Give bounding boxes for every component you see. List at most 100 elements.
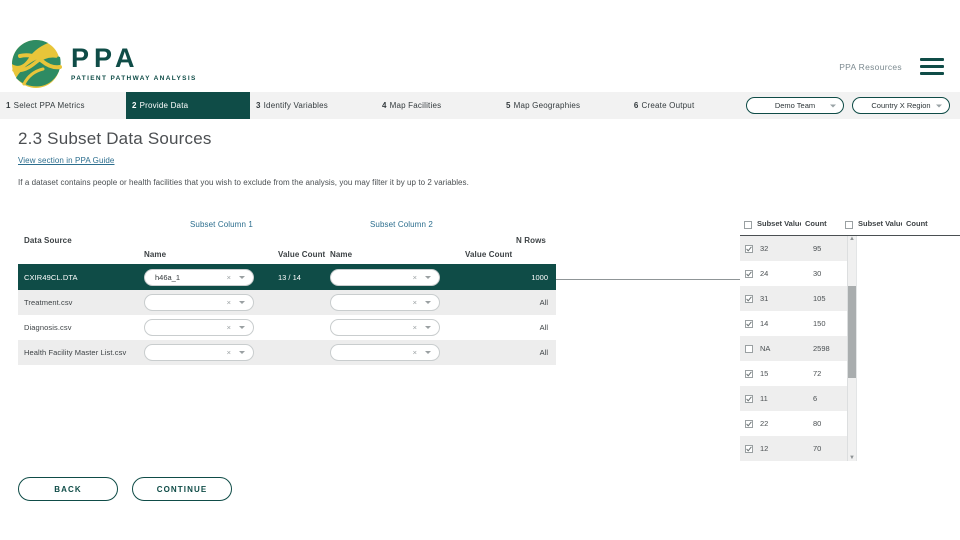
scroll-down-icon[interactable]: ▼ <box>849 455 855 461</box>
chevron-down-icon <box>425 276 431 279</box>
column-header-name-2: Name <box>330 250 353 259</box>
list-item[interactable]: 12 70 <box>740 436 847 461</box>
list-item[interactable]: NA 2598 <box>740 336 847 361</box>
subset-column-2-select[interactable]: × <box>330 319 440 336</box>
table-row[interactable]: Treatment.csv × × All <box>18 290 556 315</box>
option-value: 11 <box>760 394 768 403</box>
subset-column-1-select[interactable]: h46a_1 × <box>144 269 254 286</box>
chevron-down-icon <box>239 301 245 304</box>
subset-value-popup: Subset Value Count Subset Value Count 32… <box>740 218 960 461</box>
clear-icon[interactable]: × <box>227 348 231 357</box>
step-label: Identify Variables <box>263 101 328 110</box>
app-header: PPA PATIENT PATHWAY ANALYSIS PPA Resourc… <box>0 0 960 92</box>
step-number: 6 <box>633 101 639 110</box>
app-logo[interactable]: PPA PATIENT PATHWAY ANALYSIS <box>10 38 197 90</box>
scrollbar-thumb[interactable] <box>848 286 856 378</box>
clear-icon[interactable]: × <box>413 323 417 332</box>
checkbox-checked-icon[interactable] <box>745 369 753 378</box>
chevron-down-icon <box>936 104 942 107</box>
option-value: 14 <box>760 319 769 328</box>
select-all-checkbox-2[interactable] <box>845 221 853 229</box>
clear-icon[interactable]: × <box>413 273 417 282</box>
list-item[interactable]: 22 80 <box>740 411 847 436</box>
chevron-down-icon <box>239 276 245 279</box>
step-tab-4[interactable]: 4 Map Facilities <box>376 92 500 119</box>
table-row[interactable]: Health Facility Master List.csv × × All <box>18 340 556 365</box>
app-page: PPA PATIENT PATHWAY ANALYSIS PPA Resourc… <box>0 0 960 540</box>
step-label: Select PPA Metrics <box>13 101 85 110</box>
option-value: 15 <box>760 369 769 378</box>
chevron-down-icon <box>425 351 431 354</box>
subset-column-1-select[interactable]: × <box>144 344 254 361</box>
checkbox-checked-icon[interactable] <box>745 319 753 328</box>
option-value: 12 <box>760 444 769 453</box>
hamburger-menu-icon[interactable] <box>920 58 944 75</box>
step-tab-3[interactable]: 3 Identify Variables <box>250 92 376 119</box>
column-header-data-source: Data Source <box>24 236 72 245</box>
column-header-n-rows: N Rows <box>516 236 546 245</box>
scroll-up-icon[interactable]: ▲ <box>849 236 855 242</box>
subset-column-1-select[interactable]: × <box>144 319 254 336</box>
checkbox-checked-icon[interactable] <box>745 444 753 453</box>
popup-header-subset-value-1: Subset Value <box>757 219 801 228</box>
step-number: 4 <box>381 101 387 110</box>
step-tab-5[interactable]: 5 Map Geographies <box>500 92 628 119</box>
list-item[interactable]: 15 72 <box>740 361 847 386</box>
clear-icon[interactable]: × <box>227 323 231 332</box>
table-row[interactable]: Diagnosis.csv × × All <box>18 315 556 340</box>
popup-header-count-2: Count <box>906 219 928 228</box>
clear-icon[interactable]: × <box>227 273 231 282</box>
list-item[interactable]: 14 150 <box>740 311 847 336</box>
logo-subtitle: PATIENT PATHWAY ANALYSIS <box>71 75 197 83</box>
list-item[interactable]: 32 95 <box>740 236 847 261</box>
subset-column-2-select[interactable]: × <box>330 269 440 286</box>
list-item[interactable]: 24 30 <box>740 261 847 286</box>
table-row[interactable]: CXIR49CL.DTA h46a_1 × 13 / 14 × 1000 <box>18 265 556 290</box>
popup-scrollbar[interactable]: ▲ ▼ <box>848 236 856 461</box>
step-label: Provide Data <box>139 101 189 110</box>
step-label: Map Facilities <box>389 101 442 110</box>
step-tab-6[interactable]: 6 Create Output <box>628 92 746 119</box>
list-item[interactable]: 31 105 <box>740 286 847 311</box>
page-intro-text: If a dataset contains people or health f… <box>18 178 469 187</box>
column-header-value-count-2: Value Count <box>465 250 513 259</box>
list-item[interactable]: 11 6 <box>740 386 847 411</box>
clear-icon[interactable]: × <box>227 298 231 307</box>
chevron-down-icon <box>239 326 245 329</box>
subset-column-1-select[interactable]: × <box>144 294 254 311</box>
ppa-logo-icon <box>12 39 62 88</box>
nav-select-group: Demo Team Country X Region <box>746 92 960 119</box>
table-column-headers: Data Source Name Value Count Name Value … <box>18 234 556 264</box>
checkbox-checked-icon[interactable] <box>745 294 753 303</box>
step-tab-2[interactable]: 2 Provide Data <box>125 92 250 119</box>
back-button[interactable]: BACK <box>18 477 118 501</box>
clear-icon[interactable]: × <box>413 348 417 357</box>
select-all-checkbox-1[interactable] <box>744 221 752 229</box>
checkbox-unchecked-icon[interactable] <box>745 344 753 353</box>
step-tab-1[interactable]: 1 Select PPA Metrics <box>0 92 126 119</box>
step-number: 1 <box>6 101 11 110</box>
option-value: 22 <box>760 419 769 428</box>
chevron-down-icon <box>425 301 431 304</box>
popup-option-list[interactable]: 32 95 24 30 31 105 14 150 NA 2598 15 72 … <box>740 236 848 461</box>
ppa-resources-link[interactable]: PPA Resources <box>839 62 902 72</box>
subset-column-2-select[interactable]: × <box>330 294 440 311</box>
region-select[interactable]: Country X Region <box>852 97 950 114</box>
page-title: 2.3 Subset Data Sources <box>18 129 212 148</box>
header-right-group: PPA Resources <box>839 58 944 75</box>
continue-button[interactable]: CONTINUE <box>132 477 232 501</box>
ppa-guide-link[interactable]: View section in PPA Guide <box>18 156 114 165</box>
option-count: 72 <box>813 369 822 378</box>
team-select[interactable]: Demo Team <box>746 97 844 114</box>
step-label: Map Geographies <box>513 101 581 110</box>
row-data-source: Diagnosis.csv <box>24 323 72 332</box>
option-count: 95 <box>813 244 822 253</box>
checkbox-checked-icon[interactable] <box>745 394 753 403</box>
step-navigation: 1 Select PPA Metrics 2 Provide Data 3 Id… <box>0 92 960 119</box>
checkbox-checked-icon[interactable] <box>745 419 753 428</box>
checkbox-checked-icon[interactable] <box>745 269 753 278</box>
subset-column-2-select[interactable]: × <box>330 344 440 361</box>
checkbox-checked-icon[interactable] <box>745 244 753 253</box>
clear-icon[interactable]: × <box>413 298 417 307</box>
column-header-name-1: Name <box>144 250 167 259</box>
